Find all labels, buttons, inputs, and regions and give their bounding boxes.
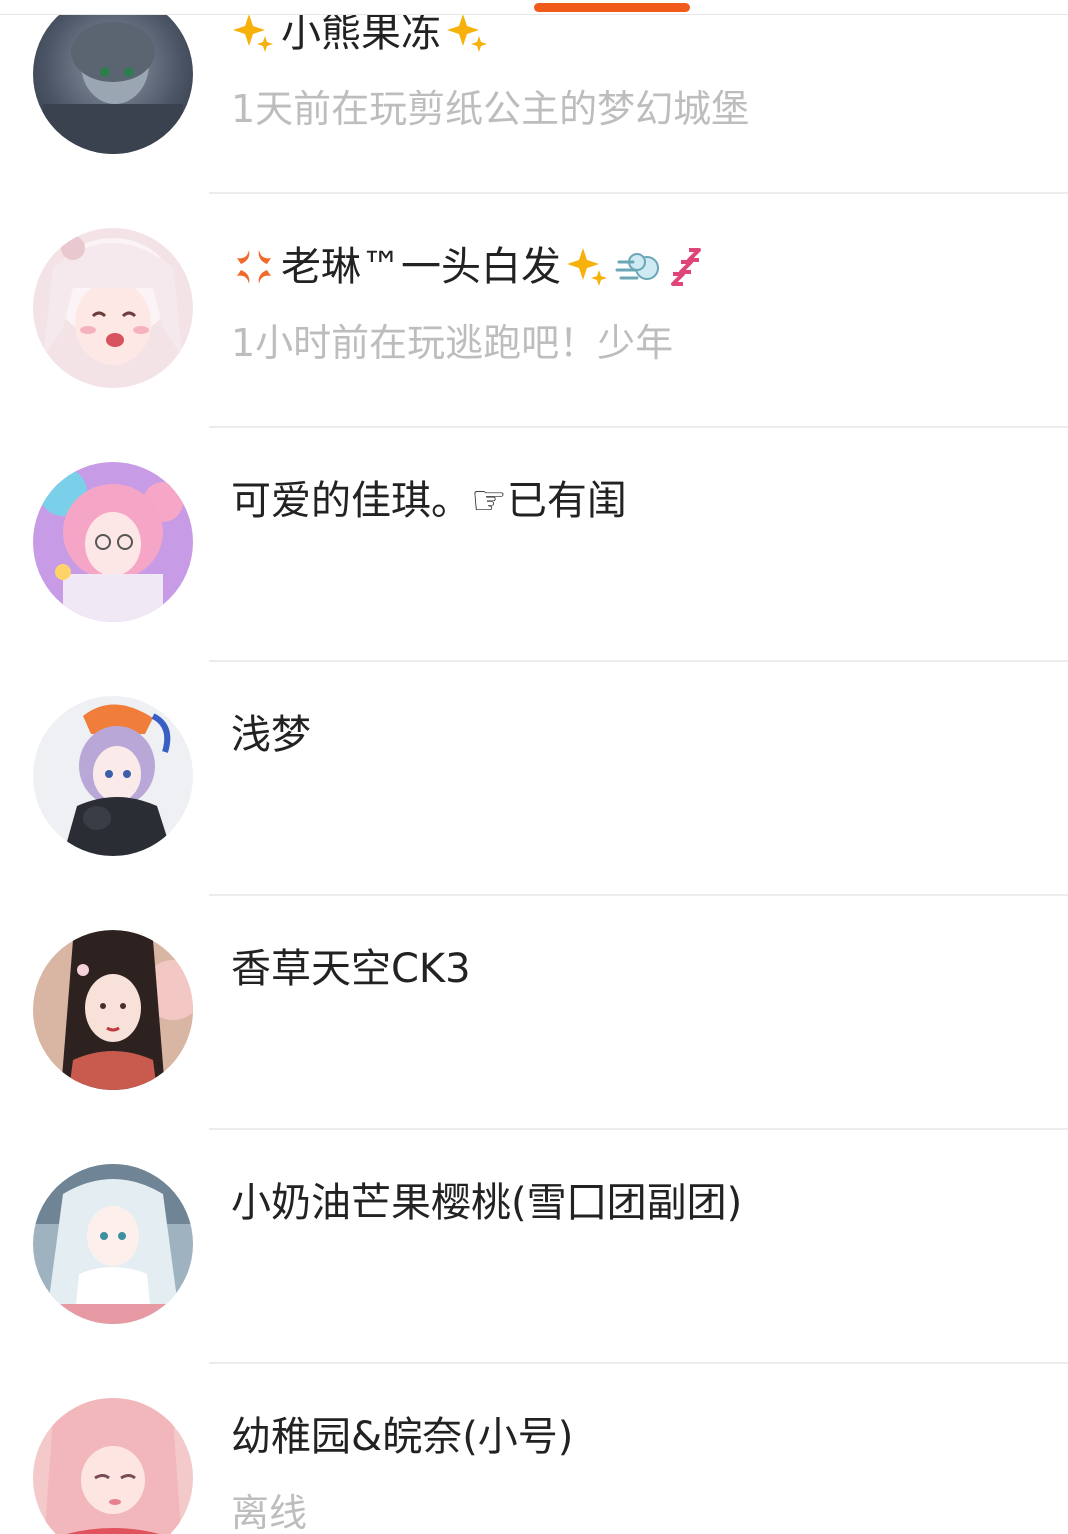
friends-list-screen: 小熊果冻 1天前在玩剪纸公主的梦幻城堡 老琳™一头白发 1小时前在玩逃跑吧！少年… bbox=[0, 0, 1068, 1534]
friend-name: 浅梦 bbox=[231, 712, 311, 758]
active-tab-indicator bbox=[534, 3, 690, 12]
avatar[interactable] bbox=[33, 0, 193, 154]
friend-row[interactable]: 香草天空CK3 bbox=[0, 896, 1068, 1130]
friend-row[interactable]: 浅梦 bbox=[0, 662, 1068, 896]
tab-strip bbox=[0, 0, 1068, 15]
friend-name-line: 可爱的佳琪。☞已有闺 bbox=[231, 472, 627, 530]
sparkles-icon bbox=[231, 10, 277, 56]
friend-status: 离线 bbox=[231, 1491, 308, 1534]
avatar[interactable] bbox=[33, 1398, 193, 1534]
avatar[interactable] bbox=[33, 462, 193, 622]
friend-status: 1小时前在玩逃跑吧！少年 bbox=[231, 321, 674, 365]
sparkles-icon bbox=[565, 244, 611, 290]
friend-row[interactable]: 老琳™一头白发 1小时前在玩逃跑吧！少年 bbox=[0, 194, 1068, 428]
sparkles-icon bbox=[445, 10, 491, 56]
friend-row[interactable]: 小奶油芒果樱桃(雪囗团副团) bbox=[0, 1130, 1068, 1364]
friend-row[interactable]: 小熊果冻 1天前在玩剪纸公主的梦幻城堡 bbox=[0, 0, 1068, 194]
friend-row[interactable]: 可爱的佳琪。☞已有闺 bbox=[0, 428, 1068, 662]
friend-name-line: 小奶油芒果樱桃(雪囗团副团) bbox=[231, 1174, 742, 1232]
dash-icon bbox=[615, 244, 661, 290]
friend-row[interactable]: 幼稚园&皖奈(小号) 离线 bbox=[0, 1364, 1068, 1534]
avatar[interactable] bbox=[33, 696, 193, 856]
friend-name: 可爱的佳琪。☞已有闺 bbox=[231, 478, 627, 524]
anger-symbol-icon bbox=[231, 244, 277, 290]
friend-name: 老琳™一头白发 bbox=[281, 244, 561, 290]
friend-name: 香草天空CK3 bbox=[231, 946, 471, 992]
friend-name-line: 老琳™一头白发 bbox=[231, 238, 711, 296]
friend-name: 幼稚园&皖奈(小号) bbox=[231, 1414, 574, 1460]
friend-name-line: 幼稚园&皖奈(小号) bbox=[231, 1408, 573, 1466]
friend-name-line: 浅梦 bbox=[231, 706, 311, 764]
friend-status: 1天前在玩剪纸公主的梦幻城堡 bbox=[231, 87, 750, 131]
friend-name: 小奶油芒果樱桃(雪囗团副团) bbox=[231, 1180, 743, 1226]
friend-list: 小熊果冻 1天前在玩剪纸公主的梦幻城堡 老琳™一头白发 1小时前在玩逃跑吧！少年… bbox=[0, 0, 1068, 1534]
avatar[interactable] bbox=[33, 1164, 193, 1324]
friend-name-line: 香草天空CK3 bbox=[231, 940, 471, 998]
zzz-icon bbox=[665, 244, 711, 290]
avatar[interactable] bbox=[33, 228, 193, 388]
avatar[interactable] bbox=[33, 930, 193, 1090]
